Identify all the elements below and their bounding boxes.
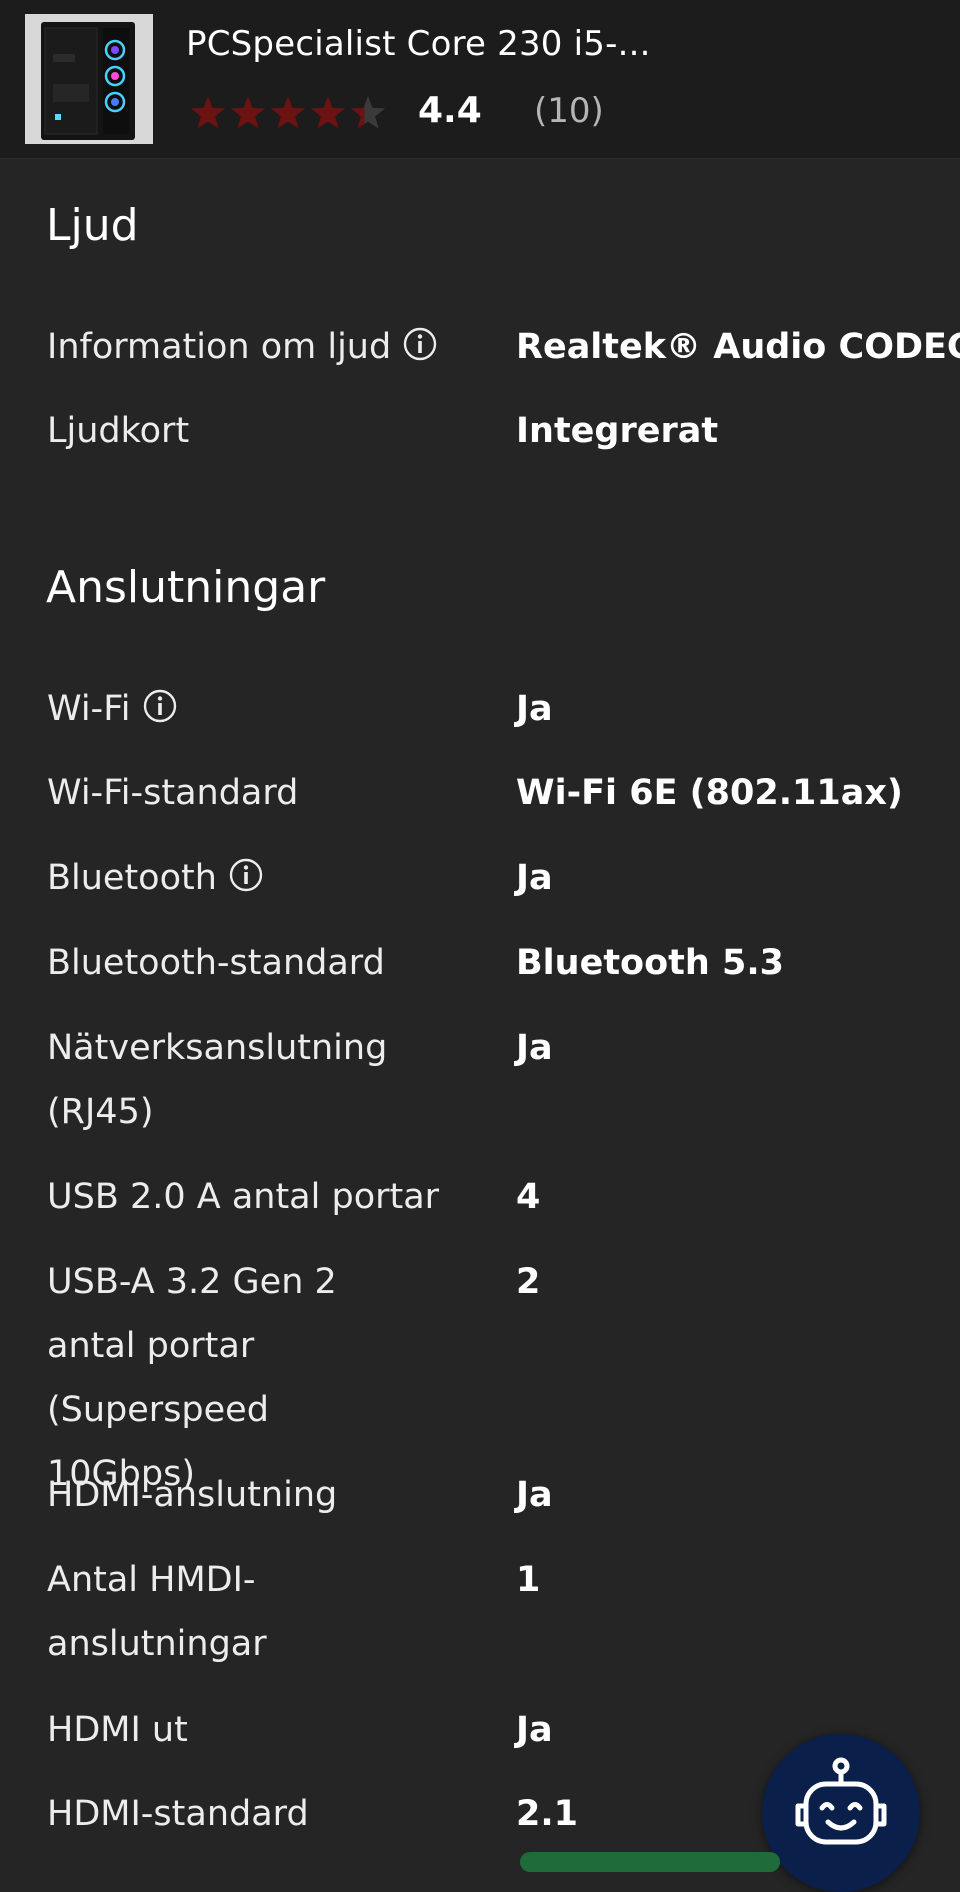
star-icon [310,96,346,129]
info-circle-icon[interactable] [143,689,177,723]
spec-label: Nätverksanslutning (RJ45) [47,1028,388,1132]
spec-label: USB 2.0 A antal portar [47,1177,440,1217]
spec-value: Wi-Fi 6E (802.11ax) [516,773,903,813]
info-circle-icon[interactable] [403,327,437,361]
pc-tower-icon [25,14,153,144]
chat-assistant-button[interactable] [762,1734,920,1892]
spec-value: Ja [516,1028,553,1068]
spec-label: Wi-Fi-standard [47,773,299,813]
star-icon [270,96,306,129]
product-thumbnail[interactable] [25,14,153,144]
review-count[interactable]: (10) [534,91,604,131]
spec-label: Bluetooth-standard [47,943,385,983]
section-title-ljud: Ljud [46,200,139,251]
spec-value: Ja [516,689,553,729]
spec-label: HDMI-standard [47,1794,309,1834]
spec-label: HDMI ut [47,1710,188,1750]
product-header: PCSpecialist Core 230 i5-... 4.4 (10) [0,0,960,159]
spec-value: Ja [516,1475,553,1515]
star-icon [190,96,226,129]
spec-label: Wi-Fi [47,677,467,741]
star-icon [350,96,386,129]
spec-value: 4 [516,1177,541,1217]
info-circle-icon[interactable] [229,858,263,892]
spec-label: Antal HMDI-anslutningar [47,1560,267,1664]
spec-value: Integrerat [516,411,719,451]
section-title-anslutningar: Anslutningar [46,562,326,613]
star-icon [230,96,266,129]
spec-value: Realtek® Audio CODEC [516,327,960,367]
spec-label: Ljudkort [47,411,190,451]
spec-value: 1 [516,1560,541,1600]
spec-value: Ja [516,858,553,898]
spec-value: 2 [516,1262,541,1302]
bottom-action-bar-edge[interactable] [520,1852,780,1872]
spec-value: Ja [516,1710,553,1750]
spec-value: Bluetooth 5.3 [516,943,784,983]
spec-label: HDMI-anslutning [47,1475,338,1515]
spec-value: 2.1 [516,1794,579,1834]
rating-stars [190,96,386,129]
spec-label: Information om ljud [47,315,467,379]
rating-value: 4.4 [418,90,482,131]
robot-assistant-icon [795,1757,887,1845]
product-title[interactable]: PCSpecialist Core 230 i5-... [186,24,651,64]
spec-label: Bluetooth [47,846,467,910]
